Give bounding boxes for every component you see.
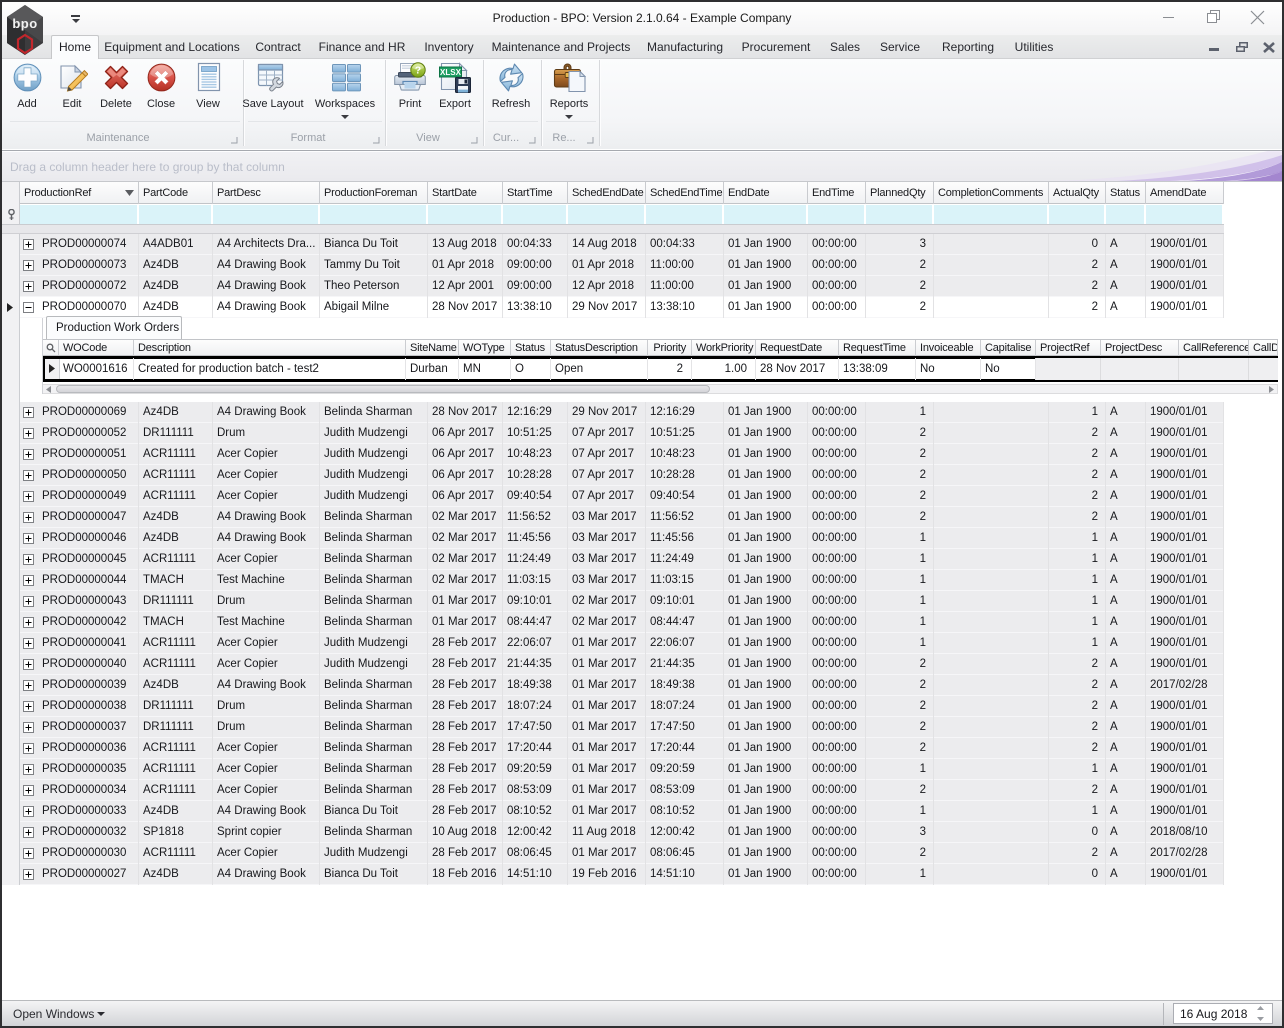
svg-text:?: ?	[415, 65, 421, 77]
svg-text:bpo: bpo	[12, 16, 37, 31]
svg-text:XLSX: XLSX	[440, 68, 462, 77]
